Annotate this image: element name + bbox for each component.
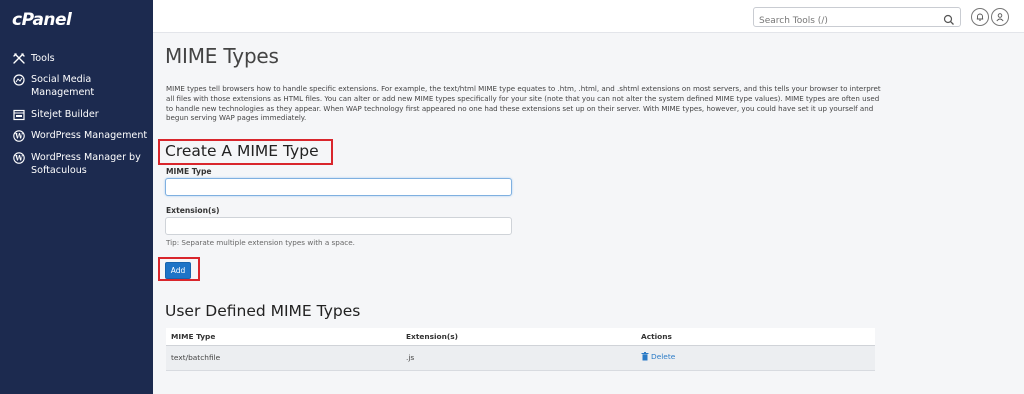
sidebar-item-label: Tools: [31, 53, 55, 64]
svg-text:W: W: [14, 131, 23, 140]
column-header-actions: Actions: [636, 328, 875, 346]
sidebar-item-label: Social Media Management: [31, 74, 95, 98]
add-button[interactable]: Add: [165, 262, 191, 279]
search-input[interactable]: [754, 12, 934, 30]
mime-type-input[interactable]: [165, 178, 512, 196]
sidebar-item-sitejet[interactable]: Sitejet Builder: [12, 108, 99, 121]
cell-actions: Delete: [636, 345, 875, 371]
create-mime-type-heading: Create A MIME Type: [165, 142, 319, 160]
wordpress-icon: W: [12, 129, 25, 142]
table-row: text/batchfile .js Delete: [166, 345, 875, 371]
extensions-input[interactable]: [165, 217, 512, 235]
main-content: MIME Types MIME types tell browsers how …: [153, 33, 1024, 394]
column-header-extensions: Extension(s): [401, 328, 636, 346]
sidebar-item-label: WordPress Manager by Softaculous: [31, 152, 141, 176]
sidebar-item-wordpress-manager-softaculous[interactable]: W WordPress Manager by Softaculous: [12, 151, 147, 177]
extensions-tip: Tip: Separate multiple extension types w…: [166, 238, 355, 247]
sitejet-icon: [12, 108, 25, 121]
column-header-mime-type: MIME Type: [166, 328, 401, 346]
user-defined-heading: User Defined MIME Types: [165, 302, 361, 320]
user-button[interactable]: [991, 8, 1009, 26]
user-icon: [996, 13, 1004, 22]
table-header-row: MIME Type Extension(s) Actions: [166, 328, 875, 346]
search-icon[interactable]: [943, 11, 955, 25]
trash-icon: [641, 352, 649, 361]
cell-mime-type: text/batchfile: [166, 345, 401, 371]
delete-link[interactable]: Delete: [641, 352, 675, 361]
sidebar-item-label: WordPress Management: [31, 130, 148, 141]
wordpress-icon: W: [12, 151, 25, 164]
extensions-label: Extension(s): [166, 206, 220, 215]
sidebar-item-social-media[interactable]: Social Media Management: [12, 73, 132, 99]
topbar: [153, 0, 1024, 33]
page-title: MIME Types: [165, 44, 279, 68]
social-media-icon: [12, 73, 25, 86]
search-box: [753, 7, 961, 30]
mime-type-label: MIME Type: [166, 167, 212, 176]
cell-extensions: .js: [401, 345, 636, 371]
sidebar: cPanel Tools Social Media Management Sit…: [0, 0, 153, 394]
sidebar-item-tools[interactable]: Tools: [12, 52, 55, 65]
delete-label: Delete: [651, 352, 676, 361]
sidebar-item-label: Sitejet Builder: [31, 109, 99, 120]
svg-text:W: W: [14, 153, 23, 162]
mime-types-table: MIME Type Extension(s) Actions text/batc…: [166, 328, 875, 371]
notifications-button[interactable]: [971, 8, 989, 26]
bell-icon: [976, 13, 984, 21]
tools-icon: [12, 52, 25, 65]
page-description: MIME types tell browsers how to handle s…: [166, 84, 881, 123]
cpanel-logo[interactable]: cPanel: [12, 10, 72, 30]
sidebar-item-wordpress-management[interactable]: W WordPress Management: [12, 129, 147, 142]
